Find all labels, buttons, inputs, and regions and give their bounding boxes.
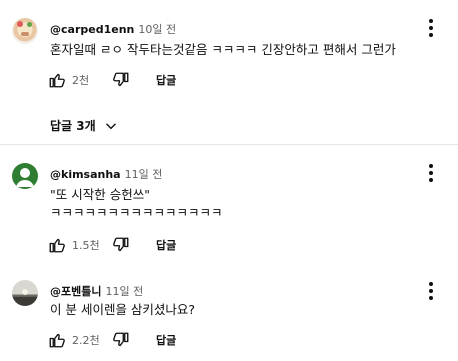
comment-time[interactable]: 11일 전	[105, 285, 143, 298]
comment-time[interactable]: 11일 전	[125, 168, 163, 181]
comment-actions: 2천 답글	[48, 70, 176, 90]
like-count: 2천	[72, 74, 90, 87]
comment-header: @kimsanha 11일 전	[50, 166, 162, 182]
reply-button[interactable]: 답글	[156, 332, 176, 348]
thumbs-up-icon[interactable]	[48, 331, 66, 349]
comment-text: 혼자일때 ㄹㅇ 작두타는것같음 ㅋㅋㅋㅋ 긴장안하고 편해서 그런가	[50, 42, 396, 57]
avatar[interactable]	[12, 163, 38, 189]
more-vert-icon[interactable]	[426, 164, 436, 182]
more-vert-icon[interactable]	[426, 282, 436, 300]
comment-actions: 2.2천 답글	[48, 330, 176, 350]
chevron-down-icon	[105, 123, 116, 129]
comment-thread: @kimsanha 11일 전 "또 시작한 승헌쓰" ㅋㅋㅋㅋㅋㅋㅋㅋㅋㅋㅋㅋㅋ…	[0, 145, 458, 265]
reply-button[interactable]: 답글	[156, 72, 176, 88]
comment-header: @carped1enn 10일 전	[50, 21, 176, 37]
author-name[interactable]: @carped1enn	[50, 23, 134, 36]
comment-thread: @포벤틀니 11일 전 이 분 세이렌을 삼키셨나요? 2.2천 답글	[0, 265, 458, 361]
comment-text: 이 분 세이렌을 삼키셨나요?	[50, 302, 196, 317]
comment-actions: 1.5천 답글	[48, 235, 176, 255]
avatar[interactable]	[12, 18, 38, 44]
author-name[interactable]: @포벤틀니	[50, 285, 101, 298]
comment-thread: @carped1enn 10일 전 혼자일때 ㄹㅇ 작두타는것같음 ㅋㅋㅋㅋ 긴장…	[0, 0, 458, 144]
author-name[interactable]: @kimsanha	[50, 168, 121, 181]
comment-time[interactable]: 10일 전	[138, 23, 176, 36]
avatar[interactable]	[12, 280, 38, 306]
like-count: 1.5천	[72, 239, 100, 252]
thumbs-down-icon[interactable]	[112, 331, 130, 349]
thumbs-up-icon[interactable]	[48, 236, 66, 254]
thumbs-down-icon[interactable]	[112, 71, 130, 89]
thumbs-up-icon[interactable]	[48, 71, 66, 89]
comment-header: @포벤틀니 11일 전	[50, 283, 143, 299]
more-vert-icon[interactable]	[426, 19, 436, 37]
like-count: 2.2천	[72, 334, 100, 347]
reply-button[interactable]: 답글	[156, 237, 176, 253]
replies-toggle[interactable]: 답글 3개	[50, 117, 118, 134]
thumbs-down-icon[interactable]	[112, 236, 130, 254]
comment-text: "또 시작한 승헌쓰"	[50, 187, 150, 202]
comment-text: ㅋㅋㅋㅋㅋㅋㅋㅋㅋㅋㅋㅋㅋㅋㅋ	[50, 205, 223, 220]
replies-label: 답글 3개	[50, 119, 96, 133]
